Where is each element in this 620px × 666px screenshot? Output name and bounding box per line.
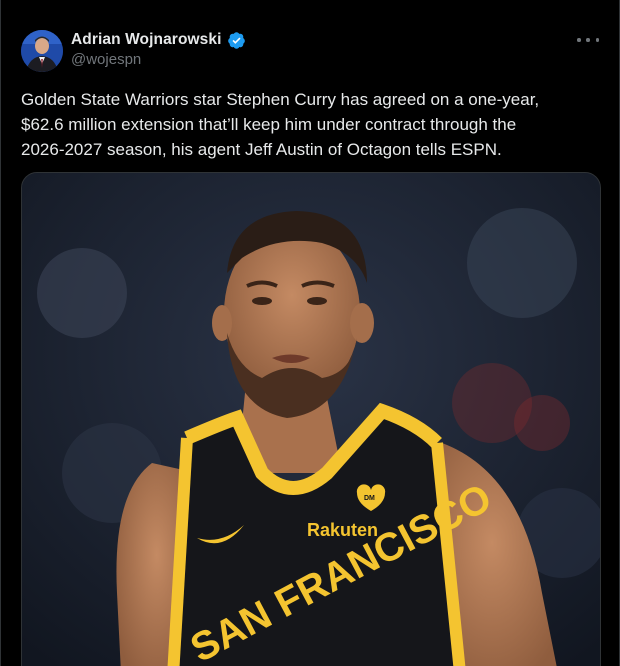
more-dot (595, 38, 599, 42)
player-photo: DM Rakuten SAN FRANCISCO (22, 173, 600, 666)
tweet-text: Golden State Warriors star Stephen Curry… (21, 90, 540, 159)
tweet-media-photo[interactable]: DM Rakuten SAN FRANCISCO (21, 172, 601, 666)
tweet-card[interactable]: Adrian Wojnarowski @wojespn Golden State… (0, 0, 620, 666)
more-options-icon[interactable] (577, 30, 599, 50)
author-avatar[interactable] (21, 30, 63, 72)
verified-badge-icon (227, 31, 245, 49)
more-dot (577, 38, 581, 42)
avatar-image (21, 30, 63, 72)
author-display-name[interactable]: Adrian Wojnarowski (71, 31, 222, 49)
more-dot (586, 38, 590, 42)
author-handle[interactable]: @wojespn (71, 51, 141, 68)
author-name-row: Adrian Wojnarowski (71, 30, 246, 50)
jersey-patch: DM (364, 495, 375, 502)
